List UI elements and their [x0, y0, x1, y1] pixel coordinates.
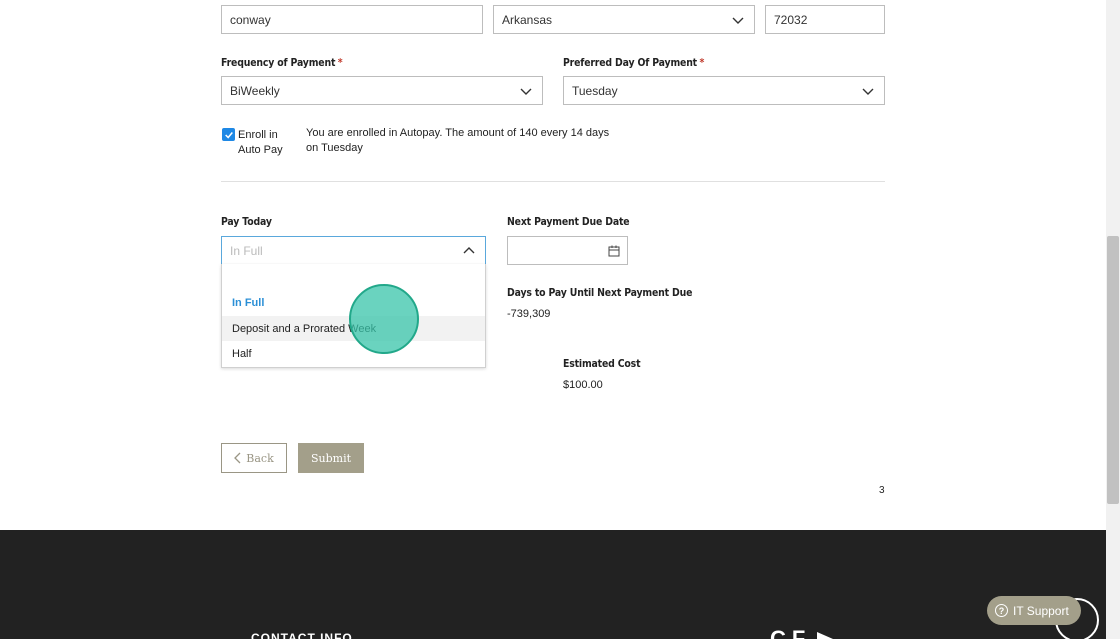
next-due-date-input[interactable]	[507, 236, 628, 265]
submit-button[interactable]: Submit	[298, 443, 364, 473]
pay-today-select[interactable]: In Full	[221, 236, 486, 265]
calendar-icon[interactable]	[608, 245, 620, 257]
submit-button-label: Submit	[310, 451, 352, 465]
city-value: conway	[230, 12, 271, 27]
autopay-checkbox-label[interactable]: Enroll in Auto Pay	[238, 128, 283, 158]
chevron-down-icon	[862, 88, 874, 95]
frequency-label: Frequency of Payment *	[221, 56, 343, 69]
it-support-label: IT Support	[1013, 603, 1069, 618]
checkmark-icon	[224, 131, 233, 139]
back-button-label: Back	[246, 451, 274, 465]
required-marker: *	[337, 56, 343, 69]
chevron-down-icon	[732, 17, 744, 24]
frequency-value: BiWeekly	[230, 83, 280, 98]
days-to-pay-label: Days to Pay Until Next Payment Due	[507, 286, 693, 299]
back-button[interactable]: Back	[221, 443, 287, 473]
required-marker: *	[699, 56, 705, 69]
autopay-checkbox[interactable]	[222, 128, 235, 141]
section-divider	[221, 181, 885, 182]
state-value: Arkansas	[502, 12, 553, 27]
page-number: 3	[879, 485, 885, 496]
preferred-day-select[interactable]: Tuesday	[563, 76, 885, 105]
estimated-cost-value: $100.00	[563, 379, 603, 391]
state-select[interactable]: Arkansas	[493, 5, 755, 34]
autopay-message: You are enrolled in Autopay. The amount …	[306, 127, 610, 154]
zip-input[interactable]: 72032	[765, 5, 885, 34]
click-indicator	[349, 284, 419, 354]
pay-today-label: Pay Today	[221, 215, 272, 228]
estimated-cost-label: Estimated Cost	[563, 357, 641, 370]
zip-value: 72032	[774, 12, 808, 27]
preferred-day-label: Preferred Day Of Payment *	[563, 56, 705, 69]
contact-info-heading: CONTACT INFO	[251, 631, 353, 639]
help-icon: ?	[995, 604, 1008, 617]
it-support-button[interactable]: ? IT Support	[987, 596, 1081, 625]
chevron-up-icon	[463, 247, 475, 254]
footer	[0, 530, 1106, 639]
footer-logo: CF	[770, 626, 834, 639]
city-input[interactable]: conway	[221, 5, 483, 34]
chevron-down-icon	[520, 88, 532, 95]
play-icon	[817, 632, 834, 639]
next-due-label: Next Payment Due Date	[507, 215, 630, 228]
option-half[interactable]: Half	[222, 341, 485, 366]
frequency-select[interactable]: BiWeekly	[221, 76, 543, 105]
scrollbar-thumb[interactable]	[1107, 236, 1119, 504]
preferred-day-value: Tuesday	[572, 83, 618, 98]
pay-today-placeholder: In Full	[230, 243, 263, 258]
days-to-pay-value: -739,309	[507, 308, 551, 320]
chevron-left-icon	[234, 452, 241, 464]
